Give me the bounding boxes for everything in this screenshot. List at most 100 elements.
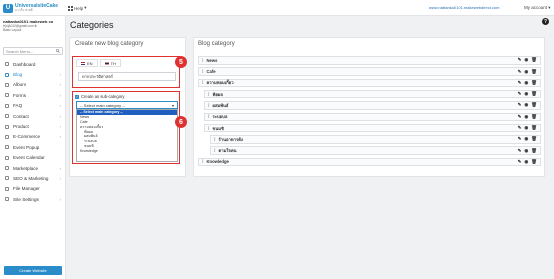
category-row[interactable]: ⁞ ตามใจคน ✎ ◉ 🗑	[210, 146, 541, 155]
delete-icon[interactable]: 🗑	[531, 69, 537, 75]
tab-th[interactable]: TH	[99, 59, 121, 67]
view-icon[interactable]: ◉	[524, 91, 528, 97]
search-placeholder: Search Menu...	[6, 48, 34, 54]
category-row[interactable]: ⁞ ความหอมเกี้ยว ✎ ◉ 🗑	[198, 78, 541, 88]
category-row[interactable]: ⁞ ระบอบล ✎ ◉ 🗑	[204, 112, 541, 121]
edit-icon[interactable]: ✎	[518, 102, 522, 108]
sidebar-item[interactable]: Marketplace ›	[0, 163, 66, 173]
category-label: ขนมชิ	[212, 125, 224, 131]
check-icon: ✓	[75, 94, 79, 99]
sidebar-item-label: Contact	[13, 113, 29, 119]
edit-icon[interactable]: ✎	[518, 80, 522, 86]
sidebar-item[interactable]: FAQ ›	[0, 101, 66, 111]
menu-item-icon	[5, 124, 9, 129]
create-website-label: Create Website	[19, 268, 47, 273]
drag-handle-icon[interactable]: ⁞	[202, 159, 204, 164]
sidebar-item[interactable]: Album ›	[0, 80, 66, 90]
category-row[interactable]: ⁞ Knowledge ✎ ◉ 🗑	[198, 157, 541, 167]
row-actions: ✎ ◉ 🗑	[518, 102, 537, 108]
menu-item-icon	[5, 93, 9, 98]
sidebar-item[interactable]: Event Popup	[0, 142, 66, 152]
sidebar-item[interactable]: Blog ›	[0, 69, 66, 79]
help-icon[interactable]: ?	[542, 18, 549, 25]
delete-icon[interactable]: 🗑	[531, 136, 537, 142]
drag-handle-icon[interactable]: ⁞	[214, 137, 216, 142]
category-row[interactable]: ⁞ News ✎ ◉ 🗑	[198, 56, 541, 65]
view-icon[interactable]: ◉	[524, 80, 528, 86]
view-icon[interactable]: ◉	[524, 148, 528, 154]
chevron-right-icon: ›	[59, 82, 61, 88]
category-row[interactable]: ⁞ ร้านอาหารดัง ✎ ◉ 🗑	[210, 135, 541, 144]
sidebar-item[interactable]: Contact ›	[0, 111, 66, 121]
sidebar-item[interactable]: SEO & Marketing ›	[0, 173, 66, 183]
drag-handle-icon[interactable]: ⁞	[208, 103, 210, 108]
drag-handle-icon[interactable]: ⁞	[208, 92, 210, 97]
delete-icon[interactable]: 🗑	[531, 148, 537, 154]
account-menu[interactable]: My account ▾	[524, 5, 551, 11]
create-website-button[interactable]: Create Website	[4, 266, 62, 275]
logo[interactable]: U UniversalsiteCake มา เก็บ ขายดี	[3, 3, 64, 13]
view-icon[interactable]: ◉	[524, 57, 528, 63]
delete-icon[interactable]: 🗑	[531, 80, 537, 86]
menu-item-icon	[5, 176, 9, 181]
chevron-right-icon: ›	[59, 113, 61, 119]
sidebar-item-label: Forms	[13, 92, 27, 98]
chevron-right-icon: ›	[59, 165, 61, 171]
chevron-right-icon: ›	[59, 72, 61, 78]
drag-handle-icon[interactable]: ⁞	[214, 148, 216, 153]
site-url-link[interactable]: www.nattanka0101.makewebdirect.com	[429, 5, 499, 10]
dropdown-option[interactable]: Knowledge	[77, 148, 177, 153]
category-name-input[interactable]: หากประวัติศาสตร์	[78, 72, 176, 81]
delete-icon[interactable]: 🗑	[531, 114, 537, 120]
annotation-badge-6: 6	[175, 116, 187, 128]
edit-icon[interactable]: ✎	[518, 69, 522, 75]
view-icon[interactable]: ◉	[524, 125, 528, 131]
edit-icon[interactable]: ✎	[518, 91, 522, 97]
drag-handle-icon[interactable]: ⁞	[202, 80, 204, 85]
chevron-right-icon: ›	[59, 134, 61, 140]
category-row[interactable]: ⁞ ขนมชิ ✎ ◉ 🗑	[204, 123, 541, 133]
search-input[interactable]: Search Menu...	[3, 47, 63, 55]
sidebar-item[interactable]: Product ›	[0, 121, 66, 131]
drag-handle-icon[interactable]: ⁞	[202, 58, 204, 63]
delete-icon[interactable]: 🗑	[531, 57, 537, 63]
help-menu[interactable]: Help ▾	[68, 5, 87, 11]
edit-icon[interactable]: ✎	[518, 114, 522, 120]
row-actions: ✎ ◉ 🗑	[518, 69, 537, 75]
row-actions: ✎ ◉ 🗑	[518, 125, 537, 131]
edit-icon[interactable]: ✎	[518, 148, 522, 154]
sidebar-item[interactable]: Dashboard	[0, 59, 66, 69]
sub-category-checkbox[interactable]: ✓ Create as sub-category	[75, 94, 125, 99]
delete-icon[interactable]: 🗑	[531, 102, 537, 108]
view-icon[interactable]: ◉	[524, 69, 528, 75]
category-row[interactable]: ⁞ ผสมพันธ์ ✎ ◉ 🗑	[204, 101, 541, 110]
tab-en[interactable]: EN	[76, 59, 98, 67]
view-icon[interactable]: ◉	[524, 136, 528, 142]
sidebar-item[interactable]: Forms ›	[0, 90, 66, 100]
view-icon[interactable]: ◉	[524, 159, 528, 165]
edit-icon[interactable]: ✎	[518, 125, 522, 131]
drag-handle-icon[interactable]: ⁞	[202, 69, 204, 74]
main-category-select[interactable]: -- Select main category -- ▾	[76, 101, 178, 109]
edit-icon[interactable]: ✎	[518, 136, 522, 142]
sidebar-item[interactable]: E-Commerce ›	[0, 132, 66, 142]
edit-icon[interactable]: ✎	[518, 159, 522, 165]
view-icon[interactable]: ◉	[524, 102, 528, 108]
category-row[interactable]: ⁞ Cafe ✎ ◉ 🗑	[198, 67, 541, 76]
sidebar-item[interactable]: Event Calendar	[0, 153, 66, 163]
sidebar-item[interactable]: Site Settings ›	[0, 194, 66, 204]
drag-handle-icon[interactable]: ⁞	[208, 126, 210, 131]
sidebar-item[interactable]: File Manager	[0, 184, 66, 194]
sidebar-item-label: File Manager	[13, 186, 40, 192]
edit-icon[interactable]: ✎	[518, 57, 522, 63]
menu-item-icon	[5, 155, 9, 160]
sub-category-label: Create as sub-category	[81, 94, 125, 99]
delete-icon[interactable]: 🗑	[531, 125, 537, 131]
delete-icon[interactable]: 🗑	[531, 91, 537, 97]
account-label: My account	[524, 5, 548, 10]
view-icon[interactable]: ◉	[524, 114, 528, 120]
menu-item-icon	[5, 166, 9, 171]
delete-icon[interactable]: 🗑	[531, 159, 537, 165]
category-row[interactable]: ⁞ ฟัยผล ✎ ◉ 🗑	[204, 89, 541, 99]
drag-handle-icon[interactable]: ⁞	[208, 114, 210, 119]
